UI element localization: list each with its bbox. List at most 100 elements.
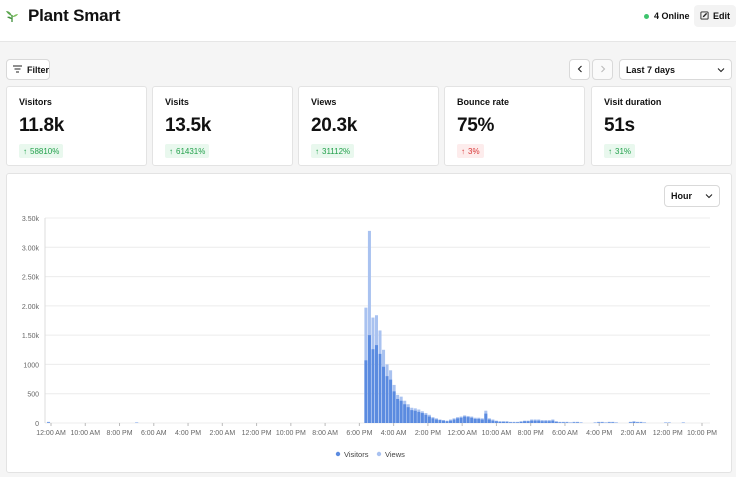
metric-card-views[interactable]: Views 20.3k ↑ 31112% — [298, 86, 439, 166]
visitors-bar — [537, 420, 541, 423]
visitors-bar — [427, 416, 431, 423]
visitors-bar — [484, 413, 488, 423]
x-tick-label: 12:00 AM — [447, 430, 477, 437]
visitors-bar — [611, 422, 615, 423]
visitors-bar — [607, 422, 611, 423]
visitors-bar — [382, 366, 386, 423]
metric-value: 13.5k — [165, 115, 212, 136]
metric-card-visitors[interactable]: Visitors 11.8k ↑ 58810% — [6, 86, 147, 166]
plant-logo-icon — [5, 9, 19, 23]
visitors-bar — [600, 422, 604, 423]
visitors-bar — [487, 419, 491, 423]
chevron-down-icon — [717, 65, 725, 75]
metric-label: Visitors — [19, 97, 52, 107]
edit-button[interactable]: Edit — [694, 5, 736, 27]
legend-visitors-swatch — [335, 451, 341, 457]
filter-icon — [13, 65, 22, 75]
visitors-bar — [392, 391, 396, 423]
visitors-bar — [431, 418, 435, 423]
visitors-bar — [523, 421, 527, 423]
legend-views-label: Views — [385, 450, 405, 459]
metric-label: Visits — [165, 97, 189, 107]
metric-change-value: 31% — [615, 146, 632, 156]
x-tick-label: 2:00 AM — [621, 430, 647, 437]
visitors-bar — [463, 416, 467, 423]
visitors-bar — [424, 414, 428, 423]
online-indicator[interactable]: 4 Online — [644, 11, 690, 21]
visitors-bar — [371, 349, 375, 423]
metric-label: Visit duration — [604, 97, 662, 107]
visitors-bar — [385, 376, 389, 423]
y-tick-label: 500 — [27, 392, 39, 399]
app-title: Plant Smart — [28, 6, 121, 25]
visitors-bar — [526, 421, 530, 423]
visitors-bar — [449, 420, 453, 423]
visitors-bar — [466, 417, 470, 423]
metric-label: Views — [311, 97, 337, 107]
visitors-bar — [367, 335, 371, 423]
x-tick-label: 12:00 AM — [36, 430, 66, 437]
metric-change-value: 58810% — [30, 146, 60, 156]
y-tick-label: 0 — [35, 421, 39, 428]
chevron-right-icon — [600, 65, 606, 75]
online-count: 4 Online — [654, 11, 690, 21]
x-tick-label: 12:00 PM — [653, 430, 683, 437]
visitors-bar — [434, 419, 438, 423]
arrow-up-icon: ↑ — [169, 146, 173, 156]
metric-change-badge: ↑ 3% — [457, 144, 484, 158]
visitors-bar — [494, 421, 498, 423]
x-tick-label: 6:00 AM — [141, 430, 167, 437]
arrow-up-icon: ↑ — [315, 146, 319, 156]
visitors-bar — [544, 421, 548, 423]
visitors-bar — [420, 413, 424, 423]
y-tick-label: 3.50k — [22, 216, 40, 223]
visitors-bar — [632, 421, 636, 423]
visitors-bar — [378, 353, 382, 423]
x-tick-label: 4:00 PM — [175, 430, 201, 437]
chart-panel: Hour 0 500 1000 1.50k 2.00k 2.50k 3.00k 3.50k 12… — [6, 173, 732, 473]
y-tick-label: 3.00k — [22, 245, 40, 252]
visitors-bar — [403, 404, 407, 423]
x-tick-label: 10:00 PM — [687, 430, 717, 437]
previous-period-button[interactable] — [569, 59, 590, 80]
visitors-bar — [441, 420, 446, 423]
x-tick-label: 6:00 AM — [552, 430, 578, 437]
app-header: Plant Smart 4 Online Edit — [0, 0, 736, 42]
visitors-bar — [575, 422, 580, 423]
metric-card-bounce-rate[interactable]: Bounce rate 75% ↑ 3% — [444, 86, 585, 166]
y-tick-label: 2.00k — [22, 304, 40, 311]
arrow-up-icon: ↑ — [23, 146, 27, 156]
visitors-bar — [396, 398, 400, 423]
visitors-bar — [533, 420, 537, 423]
online-dot-icon — [644, 13, 649, 19]
metric-change-value: 31112% — [322, 146, 351, 156]
date-range-select[interactable]: Last 7 days — [619, 59, 732, 80]
visitors-bar — [364, 360, 368, 423]
visitors-bar — [639, 422, 643, 423]
next-period-button[interactable] — [592, 59, 613, 80]
edit-icon — [700, 10, 709, 22]
x-tick-label: 8:00 AM — [312, 430, 338, 437]
visitors-bar — [413, 410, 417, 423]
visitors-bar — [628, 422, 632, 423]
metric-change-badge: ↑ 31% — [604, 144, 636, 158]
visitors-bar — [558, 422, 562, 423]
visitors-bar — [445, 421, 449, 423]
y-tick-label: 1000 — [23, 362, 39, 369]
visitors-bar — [399, 400, 403, 423]
x-tick-label: 10:00 AM — [70, 430, 100, 437]
visitors-bar — [540, 421, 544, 423]
metric-card-visit-duration[interactable]: Visit duration 51s ↑ 31% — [591, 86, 732, 166]
visitors-bar — [512, 422, 516, 423]
visitors-bar — [547, 421, 551, 423]
filter-button[interactable]: Filter — [6, 59, 50, 80]
x-tick-label: 2:00 PM — [415, 430, 441, 437]
visitors-bar — [505, 421, 509, 423]
arrow-up-icon: ↑ — [608, 146, 612, 156]
visitors-bar — [635, 422, 639, 423]
visitors-bar — [406, 407, 410, 423]
metric-value: 75% — [457, 115, 495, 136]
x-tick-label: 12:00 PM — [242, 430, 272, 437]
metric-change-value: 61431% — [176, 146, 206, 156]
metric-card-visits[interactable]: Visits 13.5k ↑ 61431% — [152, 86, 293, 166]
